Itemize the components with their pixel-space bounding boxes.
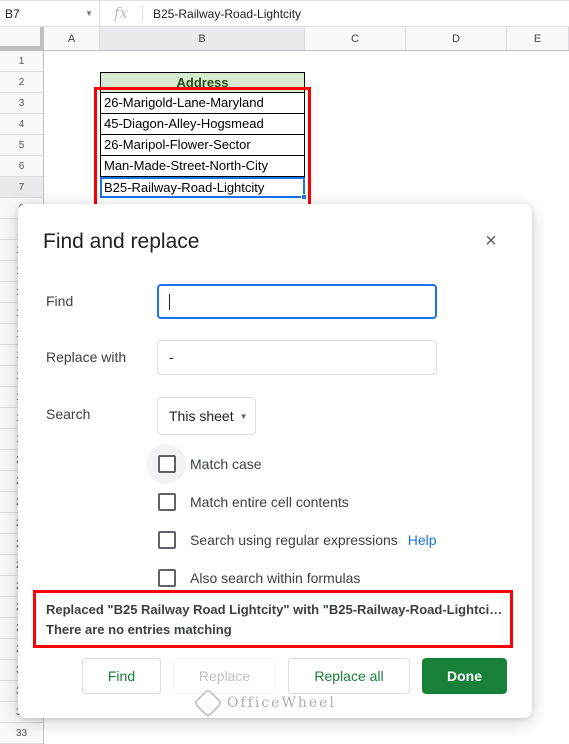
option-regex[interactable]: Search using regular expressions Help bbox=[158, 531, 437, 549]
column-header-a[interactable]: A bbox=[44, 27, 100, 50]
watermark-text: OfficeWheel bbox=[227, 695, 336, 711]
checkbox[interactable] bbox=[158, 531, 176, 549]
officewheel-logo-icon bbox=[193, 688, 223, 718]
option-label: Match entire cell contents bbox=[190, 494, 349, 510]
dialog-title: Find and replace bbox=[43, 230, 200, 253]
row-header[interactable]: 2 bbox=[0, 72, 44, 93]
search-label: Search bbox=[46, 406, 91, 422]
dropdown-arrow-icon: ▼ bbox=[239, 412, 248, 422]
replace-with-input[interactable]: - bbox=[157, 340, 437, 375]
done-button[interactable]: Done bbox=[422, 658, 507, 694]
row-header[interactable]: 4 bbox=[0, 114, 44, 135]
chevron-down-icon: ▼ bbox=[85, 9, 93, 18]
option-label: Match case bbox=[190, 456, 262, 472]
find-input[interactable] bbox=[157, 284, 437, 319]
name-box[interactable]: B7 ▼ bbox=[0, 1, 100, 26]
help-link[interactable]: Help bbox=[408, 532, 437, 548]
search-scope-dropdown[interactable]: This sheet ▼ bbox=[157, 397, 256, 435]
row-header[interactable]: 5 bbox=[0, 135, 44, 156]
watermark: OfficeWheel bbox=[193, 688, 340, 718]
spreadsheet-app: B7 ▼ fx B25-Railway-Road-Lightcity A B C… bbox=[0, 0, 569, 744]
function-icon: fx bbox=[100, 5, 143, 22]
cell-reference: B7 bbox=[5, 6, 20, 21]
column-header-e[interactable]: E bbox=[507, 27, 569, 50]
replace-input-value: - bbox=[169, 349, 174, 365]
text-cursor bbox=[169, 294, 170, 311]
find-label: Find bbox=[46, 293, 74, 309]
row-header[interactable]: 33 bbox=[0, 723, 44, 744]
search-scope-value: This sheet bbox=[169, 408, 234, 424]
row-header[interactable]: 7 bbox=[0, 177, 44, 198]
find-button[interactable]: Find bbox=[82, 658, 161, 694]
replace-with-label: Replace with bbox=[46, 349, 127, 365]
row-header[interactable]: 3 bbox=[0, 93, 44, 114]
select-all-corner[interactable] bbox=[0, 27, 44, 50]
formula-bar: B7 ▼ fx B25-Railway-Road-Lightcity bbox=[0, 0, 569, 27]
checkbox[interactable] bbox=[158, 569, 176, 587]
option-label: Also search within formulas bbox=[190, 570, 361, 586]
column-header-b[interactable]: B bbox=[100, 27, 305, 50]
close-icon[interactable]: × bbox=[480, 230, 502, 252]
column-header-d[interactable]: D bbox=[406, 27, 507, 50]
option-search-formulas[interactable]: Also search within formulas bbox=[158, 569, 360, 587]
option-label: Search using regular expressions bbox=[190, 532, 398, 548]
highlight-box-table bbox=[94, 87, 311, 208]
formula-input[interactable]: B25-Railway-Road-Lightcity bbox=[153, 7, 301, 21]
highlight-box-status bbox=[33, 590, 513, 648]
row-header[interactable]: 6 bbox=[0, 156, 44, 177]
option-match-entire-cell[interactable]: Match entire cell contents bbox=[158, 493, 349, 511]
option-match-case[interactable]: Match case bbox=[158, 455, 262, 473]
column-header-c[interactable]: C bbox=[305, 27, 406, 50]
checkbox[interactable] bbox=[158, 493, 176, 511]
column-headers: A B C D E bbox=[0, 27, 569, 51]
checkbox[interactable] bbox=[158, 455, 176, 473]
row-header[interactable]: 1 bbox=[0, 51, 44, 72]
